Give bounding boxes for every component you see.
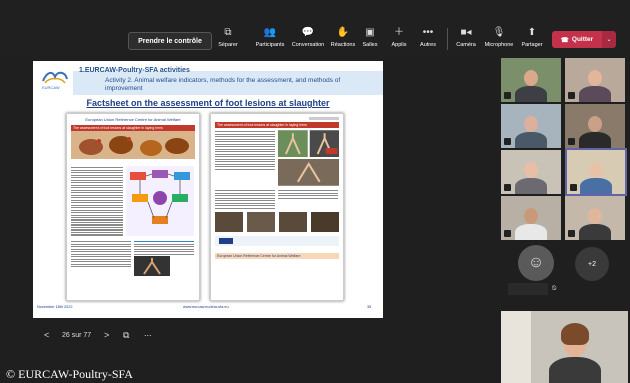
foot-photo-small	[134, 256, 170, 277]
toolbar-divider	[447, 28, 448, 50]
hens-photo	[71, 131, 195, 159]
participant-tile[interactable]	[565, 196, 625, 240]
slide-footer-url: www.eurcaw.eu/ahw.sfa.eu	[183, 305, 229, 309]
factsheet-page-right: The assessment of foot lesions at slaugh…	[210, 113, 344, 301]
participant-tile[interactable]	[501, 150, 561, 194]
slide-footer-page: 35	[367, 305, 372, 309]
participant-tile-speaking[interactable]	[565, 148, 627, 196]
process-diagram	[126, 166, 194, 236]
mic-muted-icon	[568, 138, 575, 145]
camera-icon: ■◂	[460, 27, 472, 38]
participant-tile[interactable]	[565, 58, 625, 102]
leave-options-dropdown[interactable]: ⌄	[602, 31, 616, 48]
page-left-text-column	[71, 166, 123, 237]
logo-text: EURCAW	[42, 85, 60, 90]
microphone-muted-icon: 🎙	[492, 27, 506, 38]
person-icon: ☺	[527, 254, 545, 271]
chat-icon: 💬	[301, 27, 315, 38]
mic-muted-icon	[504, 184, 511, 191]
rooms-button[interactable]: ▣ Salles	[355, 26, 385, 56]
slide-footer-date: November 18th 2022	[37, 305, 73, 309]
chat-button[interactable]: 💬 Conversation	[290, 26, 326, 56]
meeting-toolbar: Prendre le contrôle ⧉ Séparer 👥 Particip…	[0, 0, 630, 58]
prev-slide-button[interactable]: <	[44, 330, 49, 340]
share-icon: ⬆	[527, 27, 537, 38]
chevron-down-icon: ⌄	[606, 37, 612, 43]
self-video-tile[interactable]	[501, 311, 628, 383]
page-right-footer-banner: European Union Reference Centre for Anim…	[215, 253, 339, 260]
avatar-no-video[interactable]: ☺	[518, 245, 554, 281]
mic-muted-icon	[568, 230, 575, 237]
camera-button[interactable]: ■◂ Caméra	[451, 26, 481, 56]
page-counter: 26 sur 77	[62, 332, 92, 339]
apps-icon: ＋	[394, 27, 404, 38]
page-right-banner: The assessment of foot lesions at slaugh…	[215, 122, 339, 128]
microphone-button[interactable]: 🎙 Microphone	[481, 26, 517, 56]
participant-tile[interactable]	[565, 104, 625, 148]
participants-button[interactable]: 👥 Participants	[252, 26, 288, 56]
slide-title: Factsheet on the assessment of foot lesi…	[86, 98, 330, 108]
shared-presentation-slide: EURCAW 1.EURCAW-Poultry-SFA activities A…	[33, 61, 383, 318]
participants-icon: 👥	[263, 27, 277, 38]
more-button[interactable]: ••• Autres	[413, 26, 443, 56]
participant-tile[interactable]	[501, 104, 561, 148]
more-participants-button[interactable]: +2	[575, 247, 609, 281]
copy-icon[interactable]: ⧉	[123, 330, 129, 341]
mic-muted-icon	[568, 92, 575, 99]
factsheet-page-left: European Union Reference Centre for Anim…	[66, 113, 200, 301]
participant-tile[interactable]	[501, 196, 561, 240]
participant-name-label	[508, 283, 548, 295]
participant-tile[interactable]	[501, 58, 561, 102]
page-left-centre: European Union Reference Centre for Anim…	[85, 117, 181, 122]
share-button[interactable]: ⬆ Partager	[517, 26, 547, 56]
slide-heading: 1.EURCAW-Poultry-SFA activities	[79, 67, 190, 74]
more-icon: •••	[422, 27, 434, 38]
mic-muted-icon	[504, 230, 511, 237]
mic-muted-icon	[504, 138, 511, 145]
separate-icon: ⧉	[224, 27, 232, 38]
take-control-button[interactable]: Prendre le contrôle	[128, 32, 212, 50]
mic-muted-icon: ⍉	[552, 285, 557, 292]
leave-button[interactable]: ☎ Quitter	[552, 31, 602, 48]
rooms-icon: ▣	[365, 27, 375, 38]
lesion-scores-photos	[215, 212, 339, 247]
apps-button[interactable]: ＋ Applis	[384, 26, 414, 56]
eurcaw-logo: EURCAW	[42, 71, 68, 90]
separate-button[interactable]: ⧉ Séparer	[211, 26, 245, 56]
more-slide-options[interactable]: ...	[144, 328, 152, 338]
next-slide-button[interactable]: >	[104, 330, 109, 340]
foot-lesion-photos	[277, 130, 339, 186]
copyright-watermark: © EURCAW-Poultry-SFA	[6, 367, 133, 381]
phone-hangup-icon: ☎	[560, 36, 569, 44]
mic-muted-icon	[504, 92, 511, 99]
slide-subheading: Activity 2. Animal welfare indicators, m…	[105, 77, 341, 92]
mic-muted-icon	[570, 184, 577, 191]
